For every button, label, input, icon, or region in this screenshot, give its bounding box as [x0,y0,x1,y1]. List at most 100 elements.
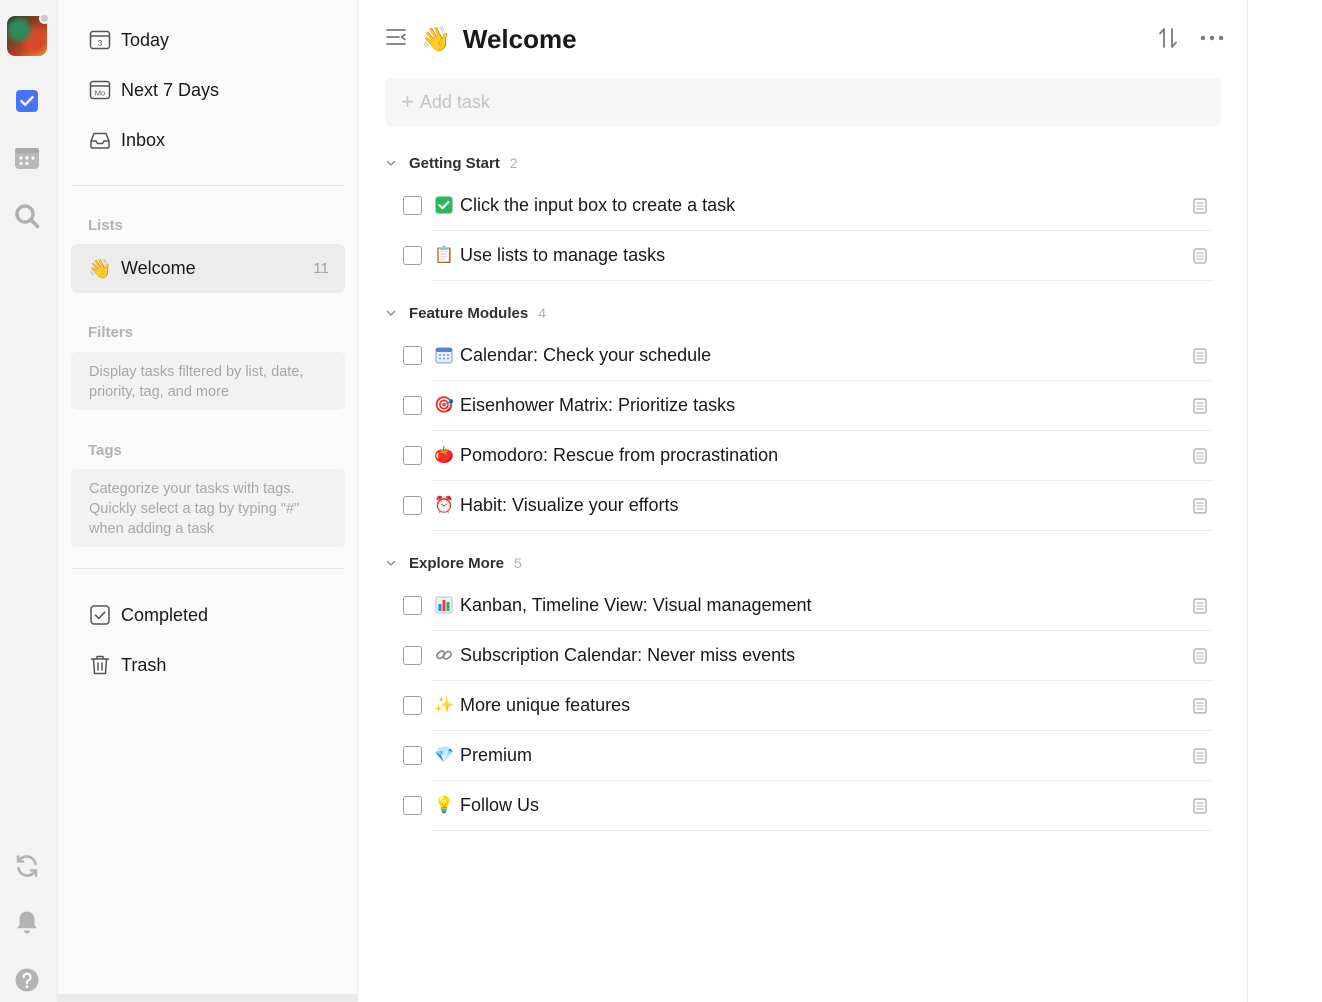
page-title: Welcome [462,23,577,54]
tomato-icon: 🍅 [434,447,454,464]
lists-section-title[interactable]: Lists [88,217,123,234]
task-divider [431,530,1213,531]
inbox-icon [89,129,111,151]
waving-hand-icon: 👋 [421,25,451,53]
svg-text:Mo: Mo [95,89,105,98]
sort-icon[interactable] [1157,26,1179,50]
task-title: Pomodoro: Rescue from procrastination [460,445,779,465]
task-checkbox[interactable] [403,196,422,215]
task-checkbox[interactable] [403,446,422,465]
task-checkbox[interactable] [403,746,422,765]
task-row[interactable]: 💎 Premium [385,731,1213,781]
task-row[interactable]: 🍅 Pomodoro: Rescue from procrastination [385,431,1213,481]
task-row[interactable]: Calendar: Check your schedule [385,331,1213,381]
bar-chart-icon [434,594,454,616]
group-count: 5 [514,555,522,571]
help-icon[interactable] [13,966,41,994]
task-title: Use lists to manage tasks [460,245,666,265]
task-title: Kanban, Timeline View: Visual management [460,595,812,615]
task-row[interactable]: Click the input box to create a task [385,181,1213,231]
task-checkbox[interactable] [403,496,422,515]
task-row[interactable]: 💡 Follow Us [385,781,1213,831]
task-row[interactable]: Kanban, Timeline View: Visual management [385,581,1213,631]
sidebar-divider [71,568,345,569]
plus-icon: + [401,89,414,114]
note-icon [1193,698,1207,714]
task-checkbox[interactable] [403,596,422,615]
sidebar-item-label: Trash [121,654,167,675]
calendar-week-icon: Mo [89,79,111,101]
note-icon [1193,398,1207,414]
link-icon [434,644,454,666]
calendar-today-icon: 3 [89,29,111,51]
task-checkbox[interactable] [403,646,422,665]
group-header-explore-more[interactable]: Explore More 5 [385,551,522,575]
task-checkbox[interactable] [403,346,422,365]
icon-rail [0,0,58,1002]
add-task-bar[interactable]: + [385,78,1221,126]
task-divider [431,830,1213,831]
alarm-clock-icon: ⏰ [434,497,454,514]
task-list-panel: 👋 Welcome + Getting Start 2 Click the in… [359,0,1247,1002]
light-bulb-icon: 💡 [434,797,454,814]
group-name: Explore More [409,554,505,572]
calendar-icon [434,344,454,366]
task-title: Subscription Calendar: Never miss events [460,645,796,665]
task-checkbox[interactable] [403,796,422,815]
task-row[interactable]: 🎯 Eisenhower Matrix: Prioritize tasks [385,381,1213,431]
group-header-getting-start[interactable]: Getting Start 2 [385,151,518,175]
sidebar-item-today[interactable]: 3 Today [71,17,345,63]
calendar-grid-icon[interactable] [13,144,41,172]
task-row[interactable]: 📋 Use lists to manage tasks [385,231,1213,281]
task-title: Calendar: Check your schedule [460,345,712,365]
note-icon [1193,348,1207,364]
sidebar-item-welcome[interactable]: 👋 Welcome 11 [71,244,345,293]
task-row[interactable]: Subscription Calendar: Never miss events [385,631,1213,681]
more-options-icon[interactable] [1199,26,1225,50]
note-icon [1193,248,1207,264]
completed-icon [89,604,111,626]
list-count-badge: 11 [313,260,329,277]
check-mark-icon [434,194,454,216]
note-icon [1193,198,1207,214]
sidebar-scrollbar[interactable] [58,994,358,1002]
sidebar-divider [71,185,345,186]
page-title-row: 👋 Welcome [421,22,577,56]
group-count: 2 [509,155,518,171]
task-row[interactable]: ✨ More unique features [385,681,1213,731]
task-checkbox[interactable] [403,246,422,265]
task-checkbox[interactable] [403,696,422,715]
note-icon [1193,598,1207,614]
search-icon[interactable] [13,202,41,230]
sparkles-icon: ✨ [434,697,454,714]
task-row[interactable]: ⏰ Habit: Visualize your efforts [385,481,1213,531]
tags-section-title[interactable]: Tags [88,442,122,459]
group-name: Getting Start [409,154,500,172]
sidebar-item-next-7-days[interactable]: Mo Next 7 Days [71,67,345,113]
sync-icon[interactable] [13,852,41,880]
filters-hint: Display tasks filtered by list, date, pr… [71,352,345,410]
task-title: Click the input box to create a task [460,195,736,215]
task-title: More unique features [460,695,631,715]
note-icon [1193,448,1207,464]
gem-icon: 💎 [434,747,454,764]
note-icon [1193,798,1207,814]
sidebar-item-trash[interactable]: Trash [71,642,345,688]
chevron-down-icon [385,306,399,320]
task-checkbox-icon[interactable] [13,87,41,115]
note-icon [1193,748,1207,764]
sidebar-item-inbox[interactable]: Inbox [71,117,345,163]
chevron-down-icon [385,156,399,170]
add-task-input[interactable] [419,91,1020,113]
sidebar-item-completed[interactable]: Completed [71,592,345,638]
sidebar-item-label: Completed [121,604,209,625]
sidebar-item-label: Inbox [121,129,166,150]
toggle-sidebar-icon[interactable] [385,26,407,48]
group-header-feature-modules[interactable]: Feature Modules 4 [385,301,546,325]
task-checkbox[interactable] [403,396,422,415]
task-title: Follow Us [460,795,540,815]
tags-hint: Categorize your tasks with tags. Quickly… [71,469,345,547]
bell-icon[interactable] [13,908,41,936]
filters-section-title[interactable]: Filters [88,324,133,341]
sidebar-item-label: Welcome [121,258,196,278]
